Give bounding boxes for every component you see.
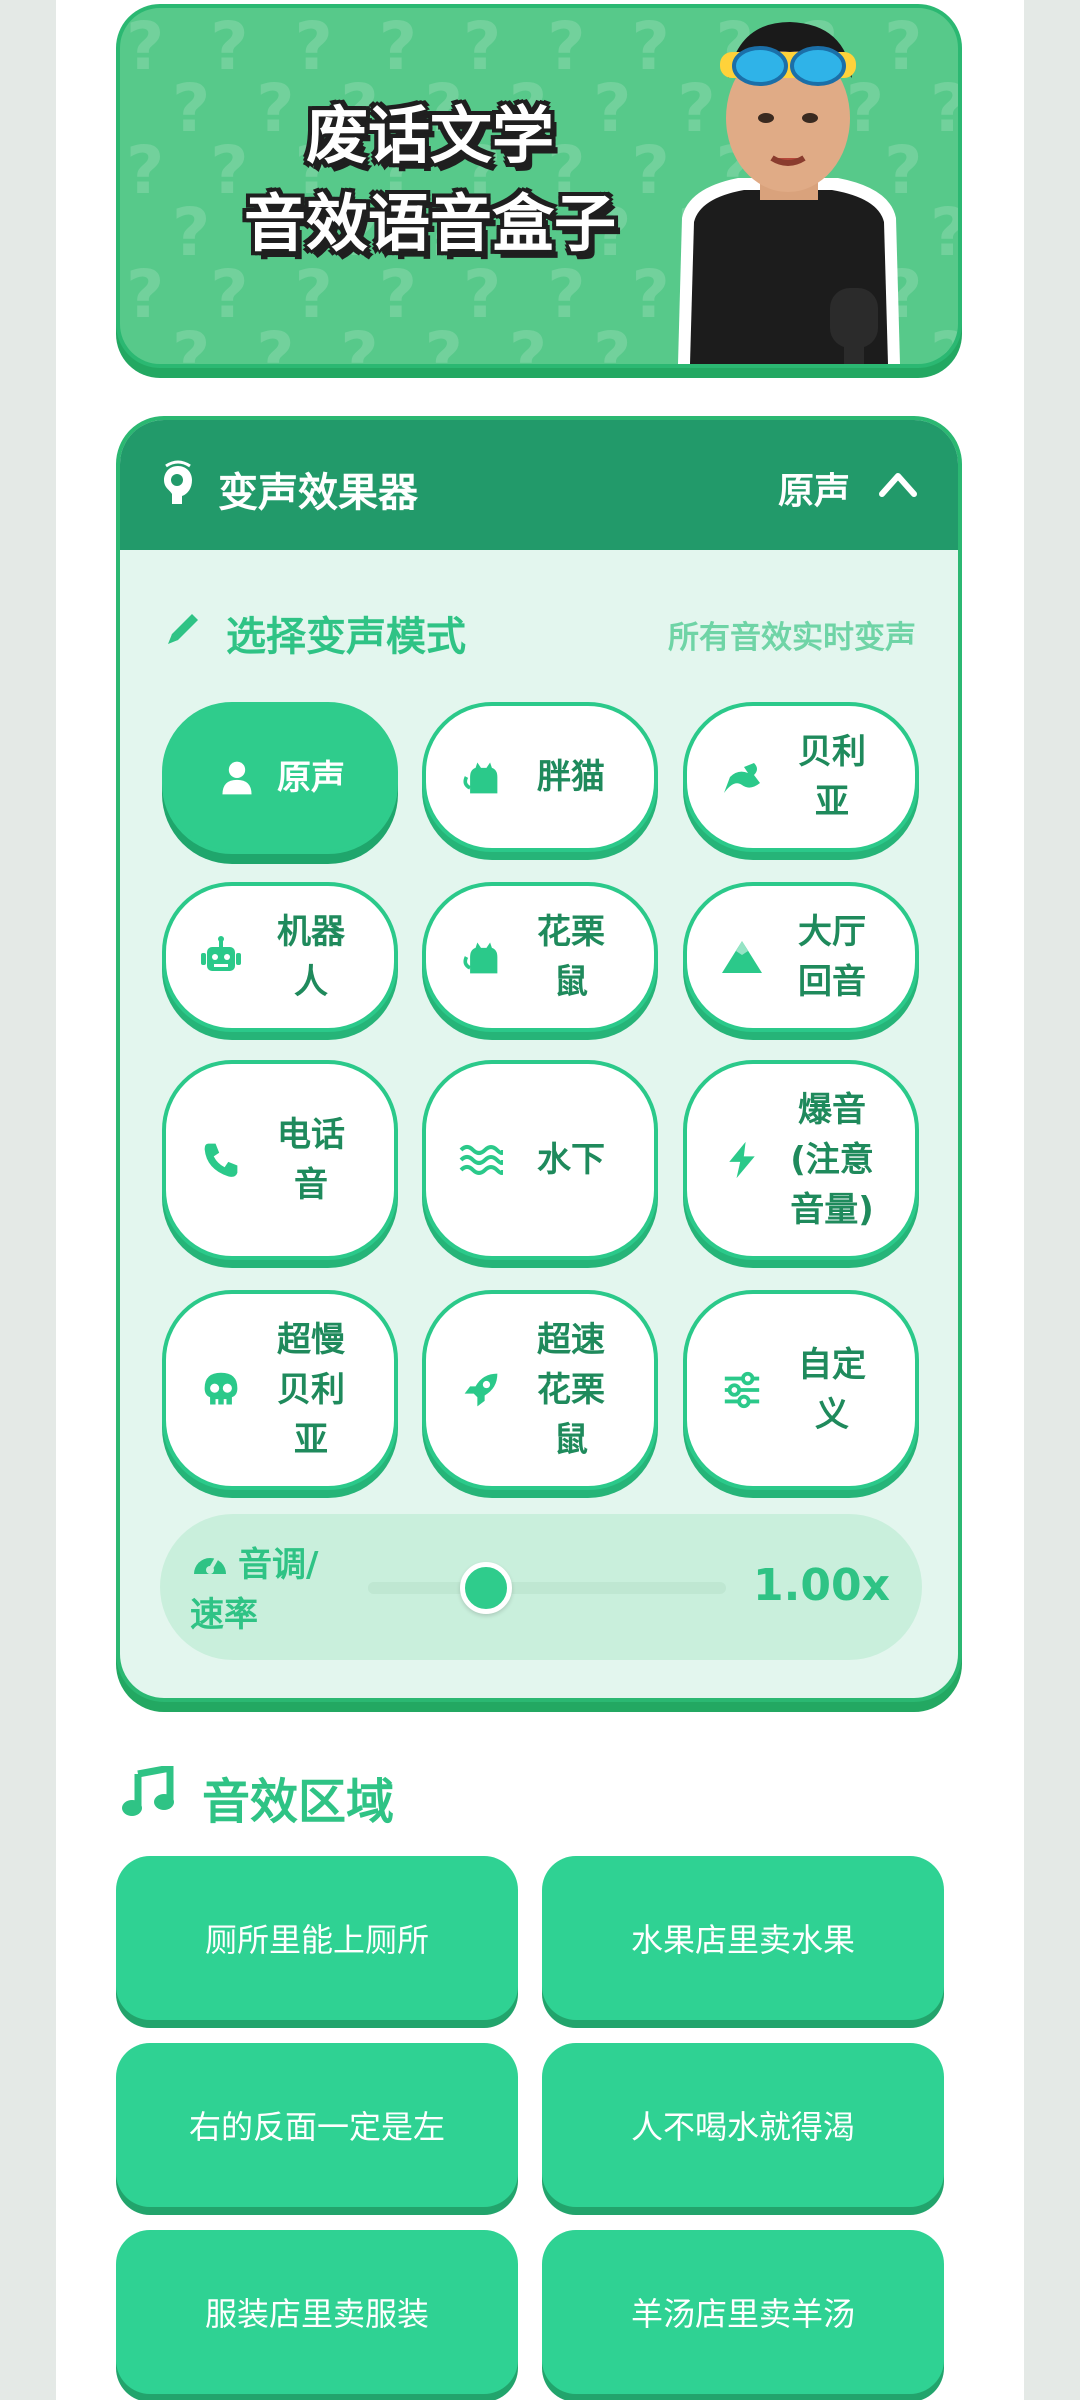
robot-icon bbox=[199, 935, 243, 979]
water-icon bbox=[459, 1138, 503, 1182]
mode-button-label: 贝利亚 bbox=[798, 732, 866, 822]
rocket-icon bbox=[459, 1368, 503, 1412]
mode-button[interactable]: 花栗鼠 bbox=[422, 882, 658, 1032]
current-mode-label: 原声 bbox=[777, 471, 850, 512]
mode-button[interactable]: 贝利亚 bbox=[683, 702, 919, 852]
voice-changer-header[interactable]: 变声效果器 原声 bbox=[120, 420, 958, 550]
skull-icon bbox=[199, 1368, 243, 1412]
user-icon bbox=[215, 756, 259, 800]
mode-button-label: 超慢贝利亚 bbox=[277, 1320, 345, 1460]
mode-button-label: 原声 bbox=[277, 758, 345, 798]
mode-section-hint: 所有音效实时变声 bbox=[668, 620, 916, 656]
bolt-icon bbox=[720, 1138, 764, 1182]
pitch-value: 1.00x bbox=[753, 1560, 890, 1611]
sound-effect-button[interactable]: 人不喝水就得渴 bbox=[542, 2043, 944, 2207]
music-note-icon bbox=[122, 1766, 174, 1816]
mode-button-label: 水下 bbox=[537, 1140, 605, 1180]
mode-button[interactable]: 水下 bbox=[422, 1060, 658, 1260]
sound-effect-button[interactable]: 厕所里能上厕所 bbox=[116, 1856, 518, 2020]
app-page: ? ? ? ? ? ? ? ? ? ? ? ? ? ? ? ? ? ? ? ? … bbox=[56, 0, 1024, 2400]
mode-button-label: 超速花栗鼠 bbox=[537, 1320, 605, 1460]
pitch-slider-track[interactable] bbox=[368, 1582, 726, 1594]
mode-button[interactable]: 电话音 bbox=[162, 1060, 398, 1260]
sound-effect-button[interactable]: 服装店里卖服装 bbox=[116, 2230, 518, 2394]
sliders-icon bbox=[720, 1368, 764, 1412]
voice-changer-title: 变声效果器 bbox=[218, 470, 418, 516]
dragon-icon bbox=[720, 755, 764, 799]
pitch-slider-thumb[interactable] bbox=[460, 1562, 513, 1614]
mode-button-label: 机器人 bbox=[277, 912, 345, 1002]
mode-button-label: 爆音(注意音量) bbox=[790, 1090, 874, 1230]
banner-title-line1: 废话文学 bbox=[305, 99, 554, 172]
mode-button-label: 自定义 bbox=[798, 1345, 866, 1435]
microphone-icon bbox=[164, 460, 192, 504]
mode-button[interactable]: 机器人 bbox=[162, 882, 398, 1032]
cat-icon bbox=[459, 755, 503, 799]
pitch-label: 音调/速率 bbox=[190, 1545, 319, 1635]
sound-effects-title: 音效区域 bbox=[202, 1774, 395, 1830]
mode-button-label: 电话音 bbox=[277, 1115, 345, 1205]
mode-section-label: 选择变声模式 bbox=[226, 614, 466, 660]
pencil-icon bbox=[168, 614, 198, 644]
sound-effect-button[interactable]: 右的反面一定是左 bbox=[116, 2043, 518, 2207]
mode-button[interactable]: 大厅回音 bbox=[683, 882, 919, 1032]
chevron-up-icon[interactable] bbox=[876, 464, 920, 504]
mode-button[interactable]: 原声 bbox=[162, 702, 398, 854]
sound-effect-button[interactable]: 水果店里卖水果 bbox=[542, 1856, 944, 2020]
mode-button[interactable]: 自定义 bbox=[683, 1290, 919, 1490]
header-banner: ? ? ? ? ? ? ? ? ? ? ? ? ? ? ? ? ? ? ? ? … bbox=[116, 4, 962, 368]
mode-button-label: 胖猫 bbox=[537, 757, 605, 797]
banner-title: 废话文学 音效语音盒子 bbox=[200, 92, 660, 268]
mode-section-header: 选择变声模式 所有音效实时变声 bbox=[162, 602, 916, 660]
mode-button-label: 花栗鼠 bbox=[537, 912, 605, 1002]
cat-icon bbox=[459, 935, 503, 979]
mode-button-label: 大厅回音 bbox=[798, 912, 866, 1002]
sound-effect-button[interactable]: 羊汤店里卖羊汤 bbox=[542, 2230, 944, 2394]
pitch-control: 音调/速率 1.00x bbox=[160, 1514, 922, 1660]
voice-changer-panel: 变声效果器 原声 选择变声模式 所有音效实时变声 原声 胖猫 贝利亚 机器人 花栗鼠 大厅… bbox=[116, 416, 962, 1702]
mountain-icon bbox=[720, 935, 764, 979]
mode-button[interactable]: 爆音(注意音量) bbox=[683, 1060, 919, 1260]
mode-button[interactable]: 超慢贝利亚 bbox=[162, 1290, 398, 1490]
phone-icon bbox=[199, 1138, 243, 1182]
mode-button[interactable]: 超速花栗鼠 bbox=[422, 1290, 658, 1490]
mode-button[interactable]: 胖猫 bbox=[422, 702, 658, 852]
banner-title-line2: 音效语音盒子 bbox=[243, 187, 616, 260]
presenter-photo bbox=[678, 22, 900, 364]
